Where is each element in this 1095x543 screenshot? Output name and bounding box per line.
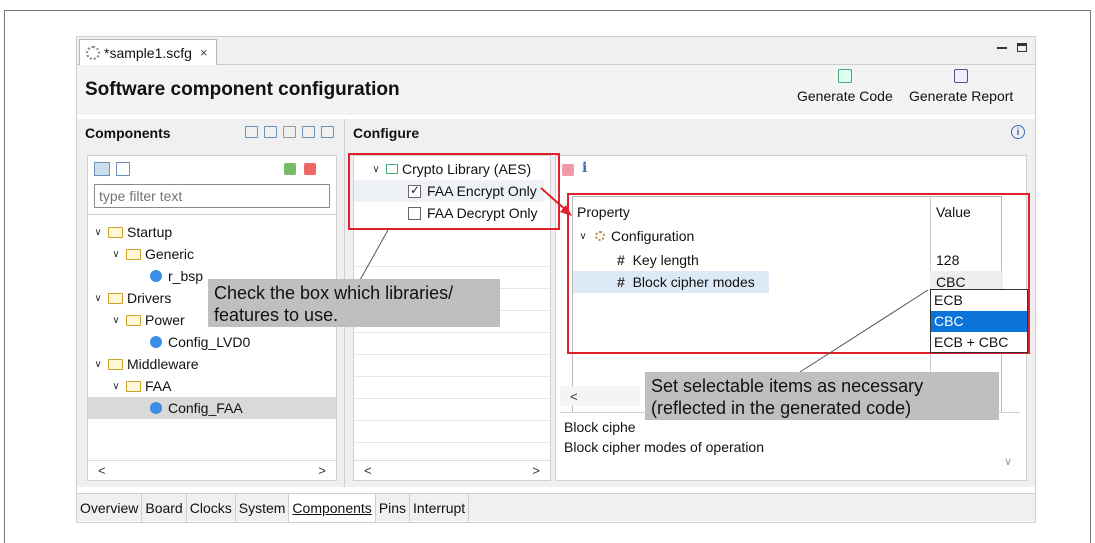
- right-callout-leader: [799, 289, 929, 373]
- left-callout: Check the box which libraries/ features …: [208, 279, 500, 327]
- annotation-lines: [359, 187, 929, 373]
- left-callout-leader: [359, 229, 389, 281]
- right-callout: Set selectable items as necessary (refle…: [645, 372, 999, 420]
